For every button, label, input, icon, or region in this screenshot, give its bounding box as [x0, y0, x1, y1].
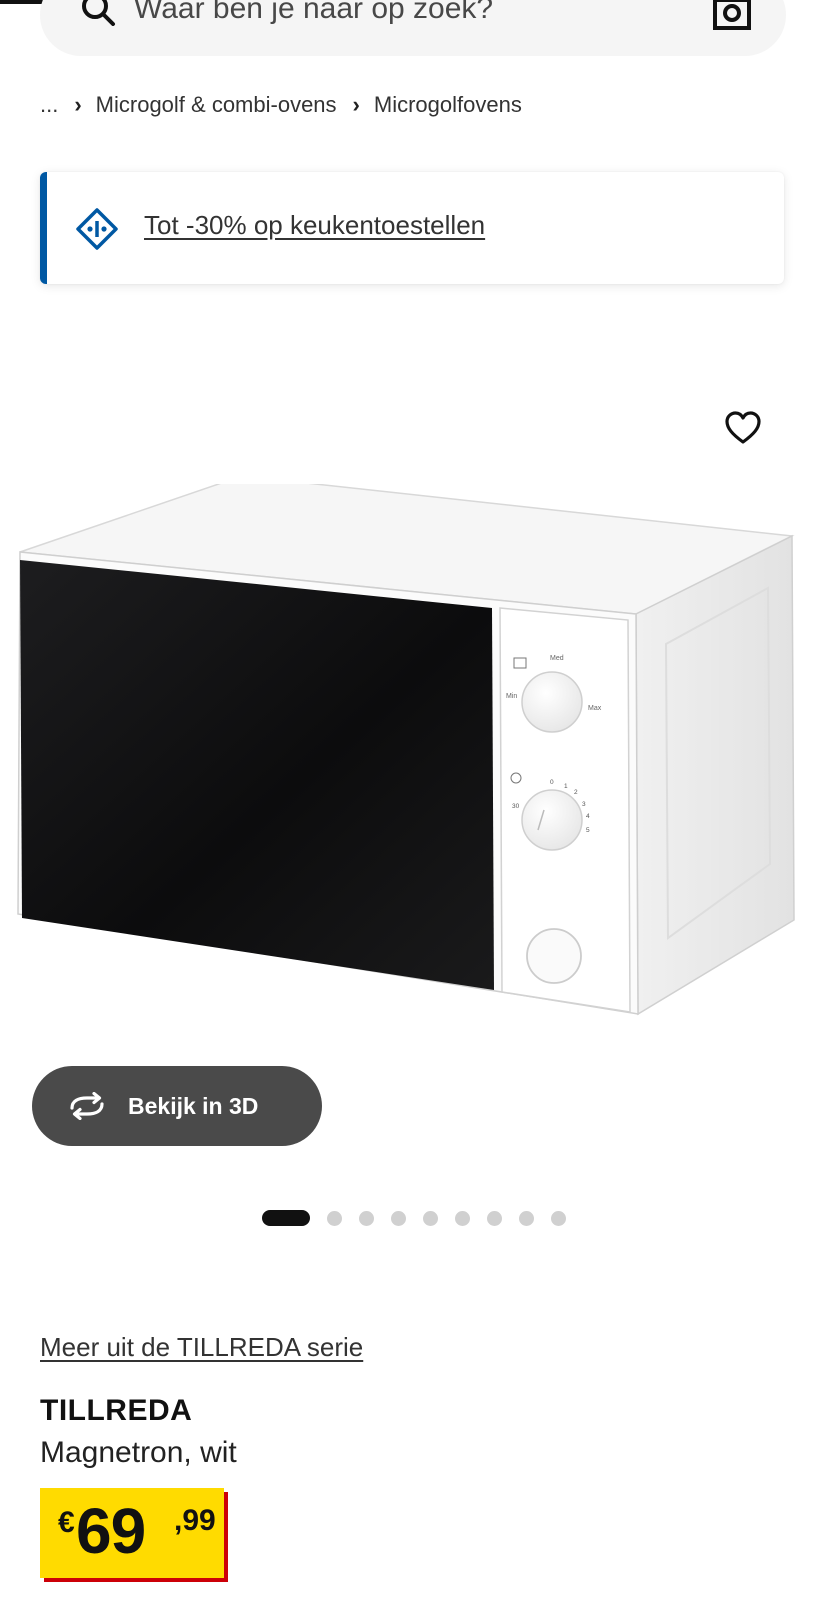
timer-digit: 0	[550, 779, 554, 786]
timer-digit: 2	[574, 789, 578, 796]
gallery-dot[interactable]	[423, 1210, 438, 1226]
promo-link[interactable]: Tot -30% op keukentoestellen	[144, 210, 485, 241]
breadcrumb-item-microgolfovens[interactable]: Microgolfovens	[374, 92, 522, 118]
rotate-3d-icon	[70, 1092, 104, 1120]
gallery-dot[interactable]	[487, 1210, 502, 1226]
gallery-dot[interactable]	[551, 1210, 566, 1226]
breadcrumb-separator: ›	[352, 92, 360, 117]
promo-accent-bar	[40, 172, 47, 284]
gallery-dot[interactable]	[391, 1210, 406, 1226]
timer-digit: 4	[586, 813, 590, 820]
timer-digit: 5	[586, 827, 590, 834]
view-3d-label: Bekijk in 3D	[128, 1092, 259, 1119]
search-icon[interactable]	[82, 0, 116, 26]
power-label-med: Med	[550, 655, 564, 662]
heart-icon[interactable]	[724, 410, 762, 446]
series-link[interactable]: Meer uit de TILLREDA serie	[40, 1332, 363, 1363]
view-3d-button[interactable]: Bekijk in 3D	[32, 1066, 322, 1146]
promo-banner: Tot -30% op keukentoestellen	[40, 172, 784, 284]
price-currency: €	[58, 1506, 75, 1539]
timer-digit: 3	[582, 801, 586, 808]
gallery-dot[interactable]	[359, 1210, 374, 1226]
power-label-max: Max	[588, 705, 602, 712]
gallery-dot[interactable]	[327, 1210, 342, 1226]
gallery-pagination	[262, 1210, 583, 1226]
gallery-dot[interactable]	[455, 1210, 470, 1226]
breadcrumb: ... › Microgolf & combi-ovens › Microgol…	[40, 88, 522, 122]
breadcrumb-separator: ›	[74, 92, 82, 117]
timer-digit: 1	[564, 783, 568, 790]
price-tag: € 69 ,99	[40, 1488, 224, 1578]
camera-icon[interactable]	[712, 0, 752, 34]
power-label-min: Min	[506, 693, 517, 700]
search-bar[interactable]	[40, 0, 786, 56]
price-decimal: ,99	[174, 1504, 216, 1537]
product-name: TILLREDA	[40, 1394, 193, 1427]
breadcrumb-item-microgolf-combi-ovens[interactable]: Microgolf & combi-ovens	[96, 92, 337, 118]
product-description: Magnetron, wit	[40, 1436, 237, 1469]
search-input[interactable]	[134, 0, 694, 38]
gallery-dot[interactable]	[519, 1210, 534, 1226]
discount-tag-icon	[76, 208, 118, 250]
gallery-dot-active[interactable]	[262, 1210, 310, 1226]
breadcrumb-ellipsis[interactable]: ...	[40, 92, 58, 118]
timer-digit-side: 30	[512, 803, 520, 810]
price-integer: 69	[76, 1495, 146, 1567]
product-image-microwave: Med Min Max 0 1 2 3 4 5 30	[17, 484, 795, 1016]
